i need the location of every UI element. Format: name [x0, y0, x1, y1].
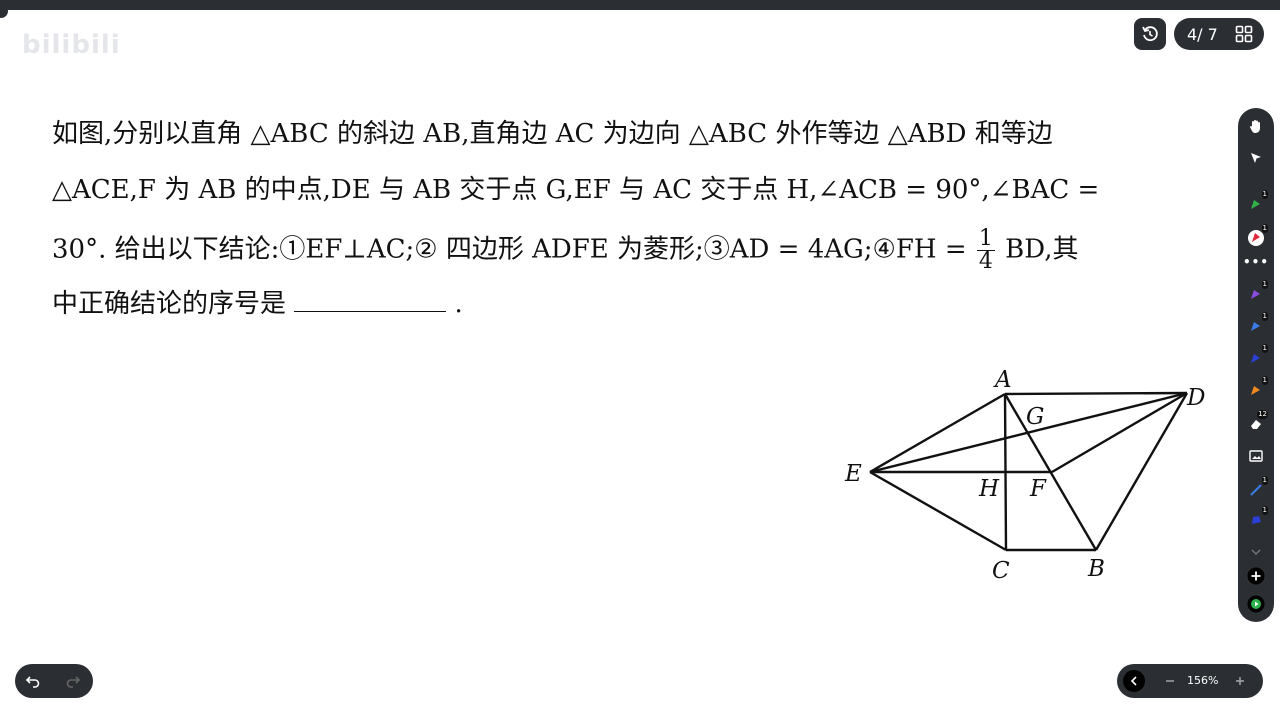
question-line-1: 如图,分别以直角 △ABC 的斜边 AB,直角边 AC 为边向 △ABC 外作等…: [52, 119, 1053, 149]
badge: 1: [1261, 476, 1268, 485]
label-B: B: [1087, 556, 1105, 582]
more-tools-button[interactable]: •••: [1238, 250, 1274, 274]
pen-blue-icon: [1251, 322, 1260, 331]
label-E: E: [844, 461, 862, 487]
chevron-left-icon: [1130, 676, 1137, 686]
fraction-denominator: 4: [978, 249, 993, 274]
add-icon: [1247, 567, 1265, 585]
line-tool-button[interactable]: 1: [1238, 476, 1274, 502]
pen-navy-button[interactable]: 1: [1238, 344, 1274, 370]
question-line-4: 中正确结论的序号是 .: [52, 286, 463, 322]
green-play-icon: [1247, 595, 1265, 613]
undo-icon[interactable]: [25, 673, 41, 689]
collapse-button[interactable]: [1238, 540, 1274, 564]
shape-tool-button[interactable]: 1: [1238, 506, 1274, 532]
hand-tool-button[interactable]: [1238, 114, 1274, 138]
label-D: D: [1186, 385, 1205, 411]
badge: 12: [1257, 410, 1268, 419]
pen-purple-icon: [1251, 290, 1260, 299]
badge: 1: [1261, 506, 1268, 515]
question-line-4-end: .: [454, 289, 463, 319]
reset-view-button[interactable]: [1134, 18, 1166, 50]
zoom-in-icon[interactable]: [1235, 676, 1245, 686]
pen-purple-button[interactable]: 1: [1238, 280, 1274, 306]
shape-blue-icon: [1252, 516, 1261, 524]
badge: 1: [1261, 344, 1268, 353]
grid-view-icon[interactable]: [1235, 25, 1253, 43]
image-icon: [1249, 450, 1263, 462]
redo-icon[interactable]: [65, 673, 81, 689]
chevron-down-icon: [1251, 549, 1261, 555]
zoom-controls: 156%: [1117, 664, 1263, 698]
line-tool-icon: [1250, 484, 1262, 496]
answer-blank: [294, 287, 447, 312]
collapse-panel-button[interactable]: [1123, 670, 1145, 692]
zoom-out-icon[interactable]: [1165, 676, 1175, 686]
top-left-dot: [0, 4, 8, 18]
badge: 1: [1261, 224, 1268, 233]
select-tool-button[interactable]: [1238, 146, 1274, 170]
fraction-numerator: 1: [976, 226, 995, 251]
badge: 1: [1261, 190, 1268, 199]
question-line-4-text: 中正确结论的序号是: [52, 289, 287, 319]
label-H: H: [978, 476, 1000, 502]
drawing-toolbar: 1 1 ••• 1 1 1 1 12 1 1: [1238, 108, 1274, 622]
label-F: F: [1029, 476, 1047, 502]
badge: 1: [1261, 312, 1268, 321]
page-indicator: 4/ 7: [1187, 24, 1218, 44]
label-A: A: [993, 367, 1012, 393]
add-button[interactable]: [1238, 564, 1274, 588]
pen-orange-icon: [1251, 386, 1260, 395]
page-indicator-pill[interactable]: 4/ 7: [1174, 18, 1264, 50]
label-G: G: [1026, 404, 1044, 430]
question-line-3-a: 30°. 给出以下结论:①EF⊥AC;② 四边形 ADFE 为菱形;③AD = …: [52, 234, 967, 265]
top-bar: [0, 0, 1280, 10]
badge: 1: [1261, 376, 1268, 385]
zoom-level: 156%: [1187, 674, 1219, 687]
pen-green-icon: [1251, 200, 1260, 209]
badge: 1: [1261, 280, 1268, 289]
bilibili-watermark: bilibili: [22, 30, 121, 60]
pen-blue-button[interactable]: 1: [1238, 312, 1274, 338]
undo-redo-pill: [15, 664, 93, 698]
geometry-figure: A D G E H F C B: [844, 367, 1205, 584]
question-line-3: 30°. 给出以下结论:①EF⊥AC;② 四边形 ADFE 为菱形;③AD = …: [52, 228, 1078, 273]
fraction-one-quarter: 1 4: [976, 226, 995, 274]
label-C: C: [992, 558, 1010, 584]
pen-green-button[interactable]: 1: [1238, 190, 1274, 216]
eraser-button[interactable]: 12: [1238, 410, 1274, 436]
play-button[interactable]: [1238, 592, 1274, 616]
eraser-icon: [1251, 420, 1261, 429]
pen-navy-icon: [1251, 354, 1260, 363]
pen-red-button[interactable]: 1: [1238, 224, 1274, 250]
reset-icon: [1142, 26, 1158, 42]
image-button[interactable]: [1238, 444, 1274, 468]
cursor-icon: [1251, 153, 1261, 163]
question-line-3-b: BD,其: [1005, 234, 1079, 265]
question-line-2: △ACE,F 为 AB 的中点,DE 与 AB 交于点 G,EF 与 AC 交于…: [52, 175, 1100, 205]
pen-orange-button[interactable]: 1: [1238, 376, 1274, 402]
more-icon: •••: [1242, 255, 1269, 269]
segment-FD: [1051, 391, 1188, 474]
segment-EA: [869, 392, 1006, 474]
hand-icon: [1250, 120, 1260, 133]
segment-DB: [1094, 392, 1189, 551]
segment-AD: [1004, 391, 1188, 396]
